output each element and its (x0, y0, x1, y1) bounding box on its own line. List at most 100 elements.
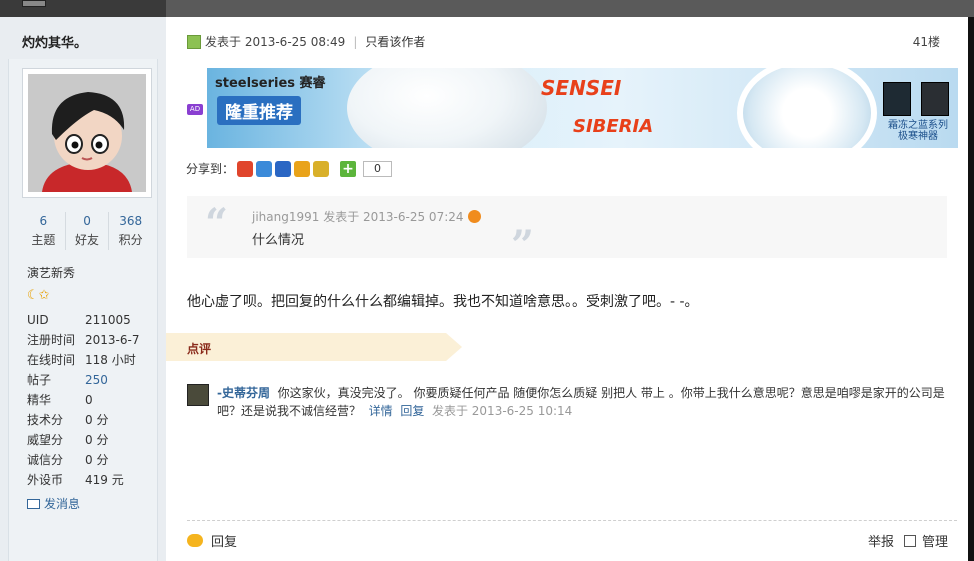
author-only-link[interactable]: 只看该作者 (365, 33, 425, 50)
info-value: 118 小时 (85, 353, 136, 367)
top-bar (0, 0, 974, 17)
envelope-icon (27, 498, 40, 509)
scrollbar[interactable] (968, 17, 974, 561)
more-share-icon[interactable]: + (340, 160, 357, 177)
comment-section-header: 点评 (166, 333, 462, 361)
kaixin-share-icon[interactable] (294, 160, 311, 177)
comment-item: -史蒂芬周 你这家伙，真没完没了。 你要质疑任何产品 随便你怎么质疑 别把人 带… (187, 384, 957, 420)
footer-divider (187, 520, 957, 521)
floor-number[interactable]: 41楼 (913, 33, 940, 50)
info-row: 技术分 0 分 (27, 410, 157, 430)
quote-block: “ ” jihang1991 发表于 2013-6-25 07:24 什么情况 (187, 196, 947, 269)
user-rank[interactable]: 演艺新秀 (27, 264, 75, 281)
mouse-image (347, 68, 547, 148)
comment-bar-tip (446, 333, 462, 361)
info-key: UID (27, 313, 49, 327)
stat-threads-num: 6 (39, 214, 48, 228)
product-box-icon (921, 82, 949, 116)
separator: | (353, 34, 358, 49)
info-value: 0 分 (85, 433, 109, 447)
info-row: 威望分 0 分 (27, 430, 157, 450)
commenter-name[interactable]: -史蒂芬周 (217, 386, 270, 400)
report-link[interactable]: 举报 (868, 531, 894, 550)
top-thumbnail (22, 0, 46, 7)
info-value: 0 (85, 393, 93, 407)
banner-caption-line2: 极寒神器 (898, 131, 938, 142)
share-bar: 分享到： + 0 (186, 160, 393, 177)
posts-link[interactable]: 250 (85, 370, 108, 390)
stat-points[interactable]: 368 积分 (109, 212, 152, 250)
info-key: 技术分 (27, 413, 64, 427)
product-box-icon (883, 82, 911, 116)
author-online-icon (187, 34, 201, 49)
back-to-post-icon[interactable] (467, 210, 481, 223)
info-row: 精华 0 (27, 390, 157, 410)
info-row: 外设币 419 元 (27, 470, 157, 490)
quote-text: 什么情况 (252, 233, 305, 248)
post-time: 发表于 2013-6-25 08:49 (205, 35, 346, 49)
info-row: UID 211005 (27, 310, 157, 330)
info-row: 诚信分 0 分 (27, 450, 157, 470)
banner-brand: steelseries 赛睿 (215, 76, 326, 91)
stat-threads-label: 主题 (31, 233, 56, 247)
ad-tag: AD (187, 104, 203, 115)
share-count: 0 (363, 160, 393, 177)
commenter-avatar[interactable] (187, 384, 209, 406)
weibo-share-icon[interactable] (237, 160, 254, 177)
renren-share-icon[interactable] (275, 160, 292, 177)
info-key: 精华 (27, 393, 52, 407)
info-row: 在线时间 118 小时 (27, 350, 157, 370)
headset-image (737, 68, 877, 148)
close-quote-icon: ” (511, 222, 535, 269)
post-body: 他心虚了呗。把回复的什么什么都编辑掉。我也不知道啥意思。。受刺激了吧。- -。 (187, 294, 699, 310)
avatar[interactable] (22, 68, 152, 198)
stat-points-num: 368 (119, 214, 143, 228)
avatar-image (28, 74, 146, 192)
comment-time: 发表于 2013-6-25 10:14 (431, 404, 573, 418)
post-header: 发表于 2013-6-25 08:49 | 只看该作者 (187, 33, 425, 50)
ad-banner[interactable]: steelseries 赛睿 隆重推荐 SENSEI SIBERIA 霜冻之蓝系… (207, 68, 958, 148)
info-value: 419 元 (85, 473, 124, 487)
reply-button[interactable]: 回复 (187, 531, 237, 550)
send-message-link[interactable]: 发消息 (27, 495, 80, 512)
reply-label: 回复 (211, 535, 238, 550)
info-row: 帖子 250 (27, 370, 157, 390)
manage-link[interactable]: 管理 (922, 531, 948, 550)
stat-threads[interactable]: 6 主题 (22, 212, 66, 250)
user-info: UID 211005 注册时间 2013-6-7 在线时间 118 小时 帖子 250 … (27, 310, 157, 490)
stat-friends-label: 好友 (75, 233, 100, 247)
info-row: 注册时间 2013-6-7 (27, 330, 157, 350)
info-value: 0 分 (85, 453, 109, 467)
banner-caption: 霜冻之蓝系列 极寒神器 (883, 120, 953, 142)
info-key: 威望分 (27, 433, 64, 447)
douban-share-icon[interactable] (313, 160, 330, 177)
info-value: 0 分 (85, 413, 109, 427)
author-name[interactable]: 灼灼其华。 (22, 32, 87, 51)
share-label: 分享到： (186, 162, 235, 176)
open-quote-icon: “ (205, 200, 229, 247)
send-message-label: 发消息 (44, 497, 81, 511)
quote-header: jihang1991 发表于 2013-6-25 07:24 (252, 208, 481, 225)
info-key: 注册时间 (27, 333, 76, 347)
info-key: 诚信分 (27, 453, 64, 467)
reply-bubble-icon (187, 534, 203, 547)
stat-friends[interactable]: 0 好友 (66, 212, 110, 250)
rank-stars-icon: ☾✩ (27, 288, 50, 303)
comment-content: -史蒂芬周 你这家伙，真没完没了。 你要质疑任何产品 随便你怎么质疑 别把人 带… (217, 384, 957, 420)
info-key: 外设币 (27, 473, 64, 487)
quote-meta: jihang1991 发表于 2013-6-25 07:24 (252, 210, 464, 224)
stat-points-label: 积分 (118, 233, 143, 247)
info-value: 2013-6-7 (85, 333, 140, 347)
comment-text: 你这家伙，真没完没了。 你要质疑任何产品 随便你怎么质疑 别把人 带上 。你带上… (217, 386, 945, 418)
manage-checkbox[interactable] (903, 534, 916, 547)
qzone-share-icon[interactable] (256, 160, 273, 177)
post-main: 发表于 2013-6-25 08:49 | 只看该作者 41楼 AD steel… (166, 17, 974, 561)
post-actions: 举报 管理 (868, 531, 948, 550)
info-key: 在线时间 (27, 353, 76, 367)
comment-detail-link[interactable]: 详情 (369, 404, 393, 418)
comment-label: 点评 (187, 342, 212, 356)
user-stats: 6 主题 0 好友 368 积分 (22, 212, 152, 250)
banner-promo: 隆重推荐 (217, 96, 301, 125)
comment-reply-link[interactable]: 回复 (400, 404, 424, 418)
banner-caption-line1: 霜冻之蓝系列 (888, 120, 948, 131)
